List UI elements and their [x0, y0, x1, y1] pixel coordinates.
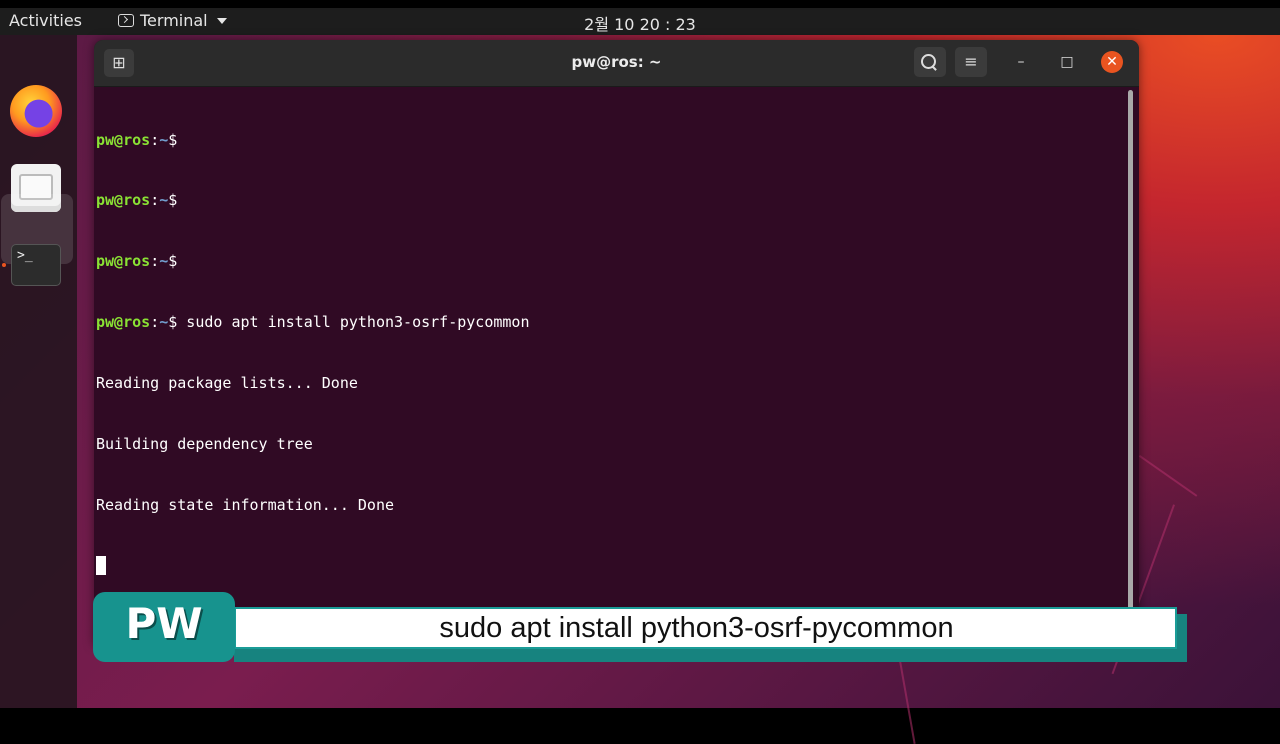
caption-text: sudo apt install python3-osrf-pycommon: [439, 612, 954, 644]
prompt-path: ~: [159, 313, 169, 332]
prompt-user-host: pw@ros: [96, 130, 151, 149]
prompt-user-host: pw@ros: [96, 313, 151, 332]
terminal-window: ⊞ pw@ros: ~ ≡ – □ ✕ pw@ros:~$ pw@ros:~$ …: [94, 40, 1139, 645]
minimize-button[interactable]: –: [1009, 50, 1033, 74]
search-icon: [920, 54, 936, 69]
prompt-user-host: pw@ros: [96, 252, 151, 271]
terminal-icon[interactable]: >_: [11, 244, 61, 286]
output-line: Reading state information... Done: [96, 495, 395, 514]
command-text: sudo apt install python3-osrf-pycommon: [177, 313, 530, 332]
text-cursor: [96, 555, 106, 575]
top-panel: Activities Terminal 2월 10 20 : 23: [0, 8, 1280, 35]
prompt-colon: :: [150, 313, 160, 332]
prompt-colon: :: [150, 130, 160, 149]
prompt-colon: :: [150, 252, 160, 271]
prompt-line: pw@ros:~$: [96, 130, 1126, 150]
prompt-symbol: $: [168, 313, 178, 332]
prompt-colon: :: [150, 191, 160, 210]
pw-logo-text: PW: [125, 599, 203, 648]
prompt-path: ~: [159, 130, 169, 149]
prompt-symbol: $: [168, 191, 178, 210]
wallpaper-line: [898, 655, 916, 744]
clock[interactable]: 2월 10 20 : 23: [0, 11, 1280, 35]
prompt-path: ~: [159, 191, 169, 210]
search-button[interactable]: [914, 47, 946, 77]
cursor-line: [96, 555, 1126, 576]
firefox-icon[interactable]: [10, 85, 62, 137]
title-bar[interactable]: ⊞ pw@ros: ~ ≡ – □ ✕: [94, 40, 1139, 87]
wallpaper-line: [1138, 455, 1198, 497]
close-button[interactable]: ✕: [1101, 51, 1123, 73]
dock: >_: [0, 35, 77, 708]
scrollbar[interactable]: [1128, 90, 1133, 642]
prompt-user-host: pw@ros: [96, 191, 151, 210]
command-line: pw@ros:~$ sudo apt install python3-osrf-…: [96, 312, 1126, 332]
output-line: Building dependency tree: [96, 435, 313, 454]
running-indicator: [2, 263, 6, 267]
prompt-symbol: $: [168, 252, 178, 271]
prompt-line: pw@ros:~$: [96, 190, 1126, 210]
hamburger-menu-button[interactable]: ≡: [955, 47, 987, 77]
prompt-line: pw@ros:~$: [96, 251, 1126, 271]
maximize-button[interactable]: □: [1055, 50, 1079, 74]
prompt-path: ~: [159, 252, 169, 271]
prompt-symbol: $: [168, 130, 178, 149]
output-line: Reading package lists... Done: [96, 374, 358, 393]
terminal-output[interactable]: pw@ros:~$ pw@ros:~$ pw@ros:~$ pw@ros:~$ …: [96, 89, 1126, 639]
